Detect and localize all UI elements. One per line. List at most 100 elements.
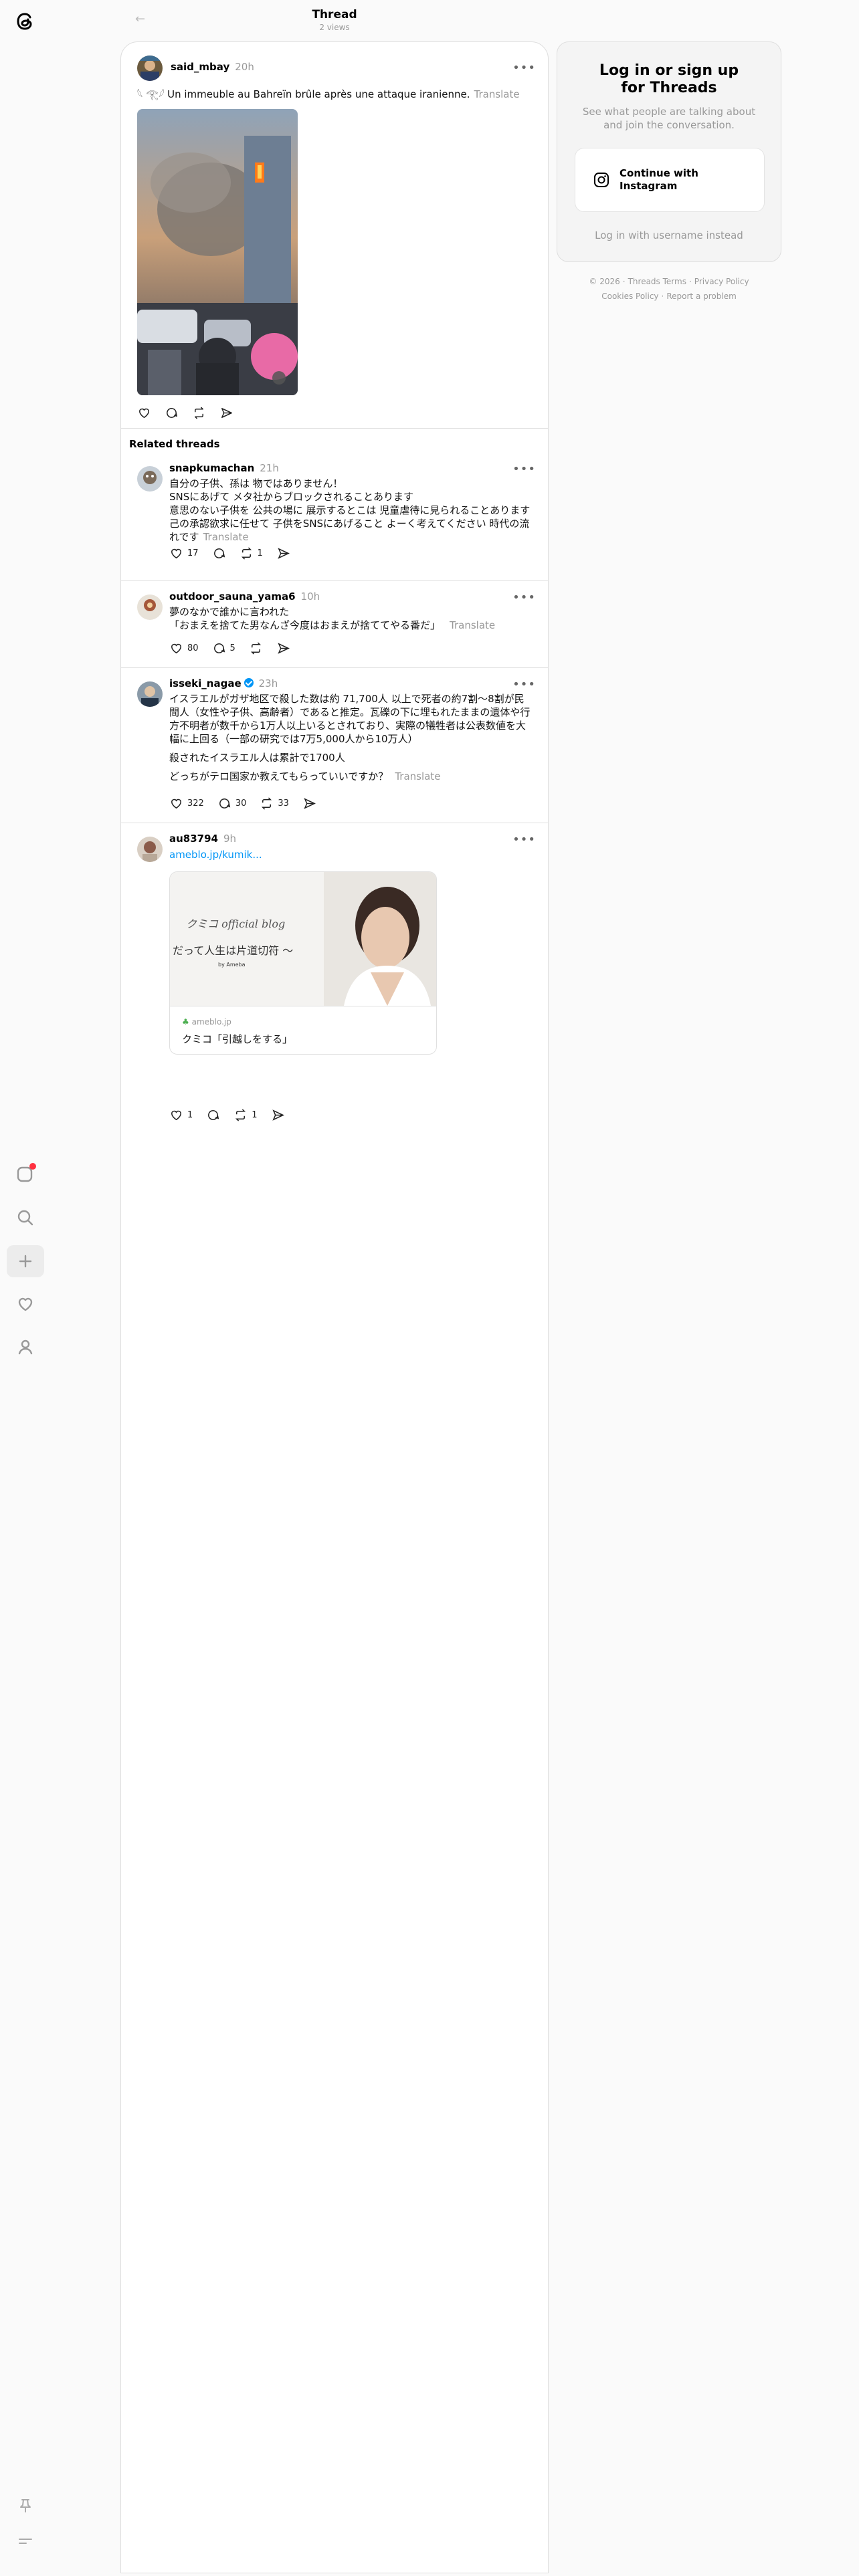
share-button[interactable] xyxy=(276,641,290,655)
heart-icon xyxy=(171,1110,181,1121)
username[interactable]: said_mbay xyxy=(171,61,229,73)
reply-count: 5 xyxy=(229,643,235,653)
login-username-link[interactable]: Log in with username instead xyxy=(557,229,781,241)
related-thread[interactable]: snapkumachan 21h ••• 自分の子供、孫は 物ではありません！ S… xyxy=(121,451,548,581)
likes-nav[interactable] xyxy=(7,1288,44,1320)
comment-icon xyxy=(167,408,177,418)
link-preview-image xyxy=(170,872,436,1006)
reply-button[interactable] xyxy=(212,546,226,560)
share-button[interactable] xyxy=(302,796,316,811)
share-button[interactable] xyxy=(271,1108,285,1122)
reply-button[interactable] xyxy=(206,1108,220,1122)
timestamp[interactable]: 9h xyxy=(223,833,236,845)
repost-button[interactable]: 1 xyxy=(240,546,263,560)
footer-link[interactable]: Cookies Policy xyxy=(601,292,658,301)
translate-link[interactable]: Translate xyxy=(395,770,440,782)
menu-nav[interactable] xyxy=(7,2525,44,2557)
share-icon xyxy=(278,548,290,559)
reply-button[interactable]: 30 xyxy=(217,796,246,811)
footer-link[interactable]: Report a problem xyxy=(666,292,736,301)
like-button[interactable]: 80 xyxy=(169,641,199,655)
share-icon xyxy=(278,643,290,654)
repost-icon xyxy=(235,1109,246,1121)
post-text: 夢のなかで誰かに言われた 「おまえを捨てた男なんざ今度はおまえが捨ててやる番だ」… xyxy=(169,605,537,632)
share-button[interactable] xyxy=(219,406,233,420)
profile-nav[interactable] xyxy=(7,1331,44,1363)
repost-button[interactable] xyxy=(192,406,206,420)
reply-button[interactable]: 5 xyxy=(212,641,235,655)
username[interactable]: isseki_nagae xyxy=(169,677,242,689)
like-button[interactable]: 322 xyxy=(169,796,204,811)
timestamp[interactable]: 21h xyxy=(260,462,279,474)
avatar[interactable] xyxy=(137,595,163,620)
more-options-icon[interactable]: ••• xyxy=(512,833,536,847)
blog-tagline: だって人生は片道切符 〜 xyxy=(173,944,294,957)
login-title: Log in or sign up for Threads xyxy=(599,62,739,96)
footer-link[interactable]: Privacy Policy xyxy=(694,277,749,286)
post-link[interactable]: ameblo.jp/kumik... xyxy=(169,849,262,861)
translate-link[interactable]: Translate xyxy=(450,619,495,631)
plus-icon xyxy=(19,1255,32,1268)
repost-button[interactable] xyxy=(249,641,263,655)
post-header: au83794 9h xyxy=(169,833,236,845)
like-count: 1 xyxy=(187,1110,193,1120)
more-options-icon[interactable]: ••• xyxy=(512,677,536,691)
create-nav[interactable] xyxy=(7,1245,44,1277)
threads-logo-icon[interactable] xyxy=(12,8,39,35)
footer-link[interactable]: Threads Terms xyxy=(628,277,686,286)
related-thread[interactable]: outdoor_sauna_yama6 10h ••• 夢のなかで誰かに言われた … xyxy=(121,581,548,668)
post-video[interactable] xyxy=(137,109,298,395)
post-line: 方不明者が数千から1万人以上いるとされており、実際の犠牲者は公表数値を大 xyxy=(169,720,527,732)
avatar[interactable] xyxy=(137,837,163,862)
reply-button[interactable] xyxy=(165,406,179,420)
button-label: Continue with xyxy=(619,167,698,179)
person-icon xyxy=(18,1339,33,1355)
post-actions: 322 30 33 xyxy=(169,796,316,811)
thread-column: said_mbay 20h ••• 𓆩 𓂀𓆪 Un immeuble au Bah… xyxy=(120,41,549,2573)
related-threads-heading: Related threads xyxy=(129,438,220,450)
timestamp[interactable]: 20h xyxy=(235,61,254,73)
comment-icon xyxy=(213,548,225,558)
copyright: © 2026 xyxy=(589,277,620,286)
post-line: れです xyxy=(169,531,199,543)
avatar[interactable] xyxy=(137,56,163,81)
repost-icon xyxy=(250,642,261,655)
repost-icon xyxy=(262,797,272,810)
avatar[interactable] xyxy=(137,466,163,492)
link-title: クミコ「引越しをする」 xyxy=(182,1033,293,1045)
notifications-nav[interactable] xyxy=(7,1158,44,1190)
post-line: イスラエルがガザ地区で殺した数は約 71,700人 以上で死者の約7割〜8割が民 xyxy=(169,693,524,705)
blog-script: クミコ official blog xyxy=(186,918,286,930)
translate-link[interactable]: Translate xyxy=(474,88,520,100)
pin-nav[interactable] xyxy=(7,2489,44,2521)
post-line: 殺されたイスラエル人は累計で1700人 xyxy=(169,752,345,764)
more-options-icon[interactable]: ••• xyxy=(512,61,536,75)
related-thread[interactable]: au83794 9h ••• ameblo.jp/kumik... クミコ off… xyxy=(121,823,548,1131)
like-button[interactable]: 17 xyxy=(169,546,199,560)
timestamp[interactable]: 23h xyxy=(259,677,278,689)
login-subtitle: See what people are talking about and jo… xyxy=(582,106,756,131)
post-line: 「おまえを捨てた男なんざ今度はおまえが捨ててやる番だ」 xyxy=(169,619,441,631)
like-button[interactable] xyxy=(137,406,151,420)
timestamp[interactable]: 10h xyxy=(301,591,320,603)
repost-button[interactable]: 1 xyxy=(233,1108,258,1122)
repost-button[interactable]: 33 xyxy=(260,796,289,811)
username[interactable]: au83794 xyxy=(169,833,218,845)
share-button[interactable] xyxy=(276,546,290,560)
login-card: Log in or sign up for Threads See what p… xyxy=(557,41,781,262)
continue-with-instagram-button[interactable]: Continue with Instagram xyxy=(575,148,765,212)
username[interactable]: outdoor_sauna_yama6 xyxy=(169,591,296,603)
translate-link[interactable]: Translate xyxy=(203,531,249,543)
button-label: Instagram xyxy=(619,180,678,192)
link-preview-card[interactable]: クミコ official blog だって人生は片道切符 〜 by Ameba … xyxy=(169,871,437,1055)
post-header: said_mbay 20h xyxy=(171,61,254,73)
like-button[interactable]: 1 xyxy=(169,1108,193,1122)
username[interactable]: snapkumachan xyxy=(169,462,254,474)
more-options-icon[interactable]: ••• xyxy=(512,462,536,476)
more-options-icon[interactable]: ••• xyxy=(512,591,536,605)
post-line: 幅に上回る（一部の研究では7万5,000人から10万人） xyxy=(169,733,418,745)
avatar[interactable] xyxy=(137,681,163,707)
search-nav[interactable] xyxy=(7,1202,44,1234)
related-thread[interactable]: isseki_nagae 23h ••• イスラエルがガザ地区で殺した数は約 71… xyxy=(121,668,548,823)
nav-rail xyxy=(0,0,51,2576)
